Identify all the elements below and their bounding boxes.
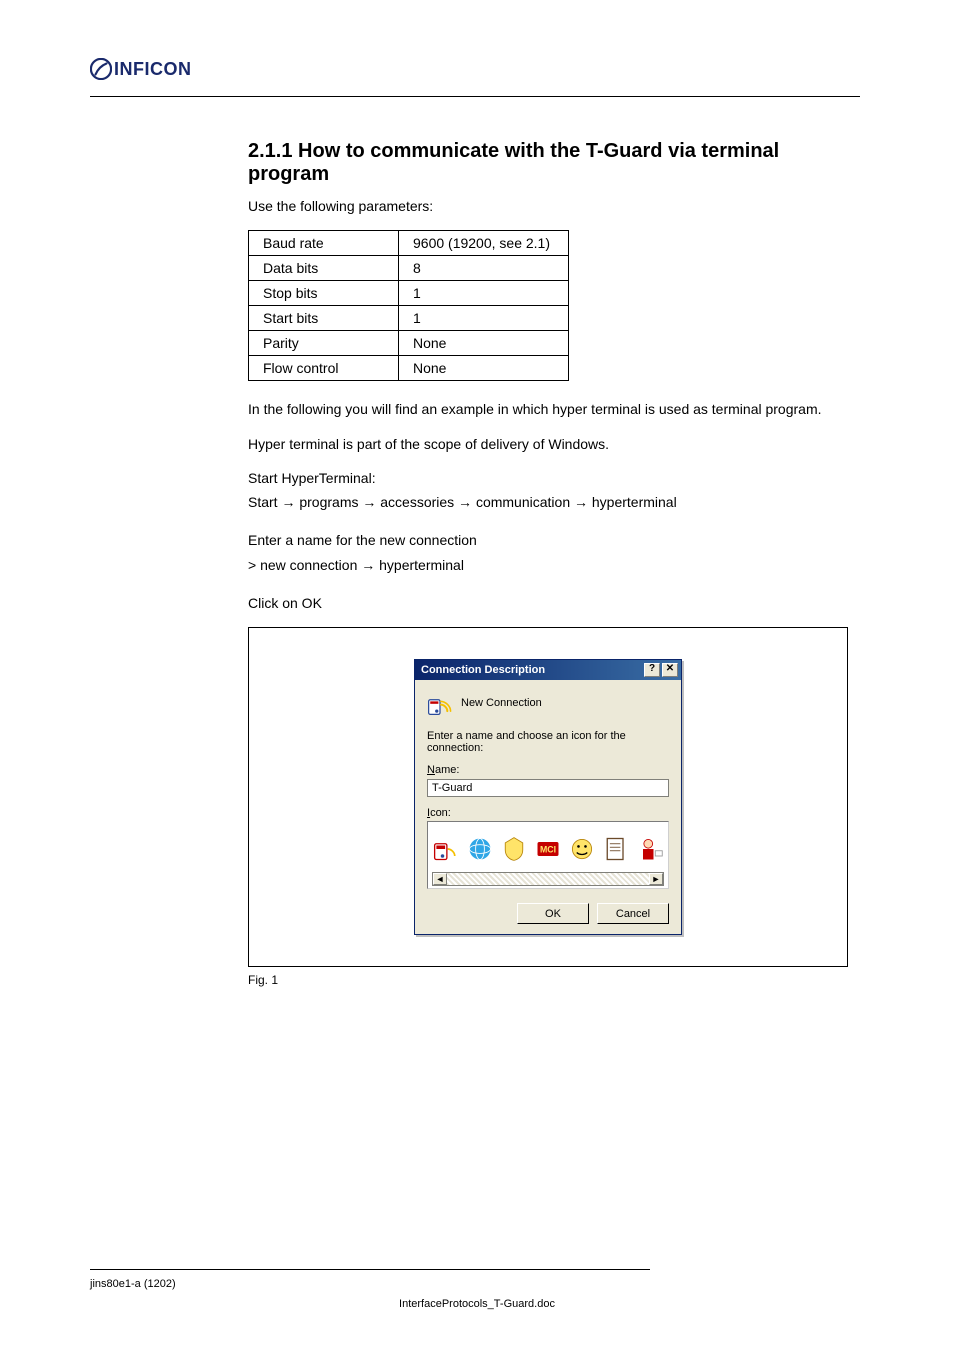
cell-name: Stop bits xyxy=(249,281,399,306)
cell-value: None xyxy=(399,331,569,356)
example-note: Hyper terminal is part of the scope of d… xyxy=(248,434,858,454)
dialog-prompt: Enter a name and choose an icon for the … xyxy=(427,730,669,754)
connection-dialog: Connection Description ? ✕ xyxy=(414,659,682,935)
icon-scrollbar[interactable]: ◄ ► xyxy=(432,872,664,886)
icon-option-2[interactable] xyxy=(466,832,494,866)
cell-value: 1 xyxy=(399,306,569,331)
step-enter-name: Enter a name for the new connection xyxy=(248,530,858,550)
cell-value: 8 xyxy=(399,256,569,281)
name-input[interactable] xyxy=(427,779,669,797)
table-row: ParityNone xyxy=(249,331,569,356)
brand-text: INFICON xyxy=(114,59,192,80)
path-line-1: Start → programs → accessories → communi… xyxy=(248,492,858,512)
brand-logo: INFICON xyxy=(90,58,192,80)
section-number: 2.1.1 xyxy=(248,140,292,162)
table-row: Stop bits1 xyxy=(249,281,569,306)
scroll-left-button[interactable]: ◄ xyxy=(433,873,447,885)
spec-table: Baud rate9600 (19200, see 2.1) Data bits… xyxy=(248,230,569,381)
icon-option-6[interactable] xyxy=(602,832,630,866)
icon-option-3[interactable] xyxy=(500,832,528,866)
name-field-label: Name: xyxy=(427,764,669,776)
path-line-2: > new connection → hyperterminal xyxy=(248,555,858,575)
dialog-close-button[interactable]: ✕ xyxy=(662,663,678,677)
footer-left-text: jins80e1-a (1202) xyxy=(90,1278,176,1290)
section-title: How to communicate with the T-Guard via … xyxy=(248,140,779,185)
icon-option-4[interactable]: MCI xyxy=(534,832,562,866)
brand-mark-icon xyxy=(90,58,112,80)
cell-name: Flow control xyxy=(249,356,399,381)
ok-button[interactable]: OK xyxy=(517,903,589,924)
cell-name: Baud rate xyxy=(249,231,399,256)
scroll-track[interactable] xyxy=(447,873,649,885)
example-intro: In the following you will find an exampl… xyxy=(248,399,858,419)
cell-value: None xyxy=(399,356,569,381)
svg-text:MCI: MCI xyxy=(540,845,556,855)
step-start-ht: Start HyperTerminal: xyxy=(248,468,858,488)
cell-name: Data bits xyxy=(249,256,399,281)
cell-value: 9600 (19200, see 2.1) xyxy=(399,231,569,256)
cell-value: 1 xyxy=(399,281,569,306)
footer-center-text: InterfaceProtocols_T-Guard.doc xyxy=(0,1298,954,1310)
icon-option-1[interactable] xyxy=(432,832,460,866)
figure-frame: Connection Description ? ✕ xyxy=(248,627,848,967)
icon-option-7[interactable] xyxy=(636,832,664,866)
table-row: Data bits8 xyxy=(249,256,569,281)
cell-name: Parity xyxy=(249,331,399,356)
dialog-help-button[interactable]: ? xyxy=(644,663,660,677)
table-row: Flow controlNone xyxy=(249,356,569,381)
figure-caption: Fig. 1 xyxy=(248,973,858,987)
cell-name: Start bits xyxy=(249,306,399,331)
intro-text: Use the following parameters: xyxy=(248,196,858,216)
icon-picker[interactable]: MCI ◄ ► xyxy=(427,821,669,889)
cancel-button[interactable]: Cancel xyxy=(597,903,669,924)
dialog-title-text: Connection Description xyxy=(421,664,545,676)
dialog-subtitle: New Connection xyxy=(461,697,542,709)
icon-field-label: Icon: xyxy=(427,807,669,819)
icon-option-5[interactable] xyxy=(568,832,596,866)
header-rule xyxy=(90,96,860,97)
table-row: Start bits1 xyxy=(249,306,569,331)
table-row: Baud rate9600 (19200, see 2.1) xyxy=(249,231,569,256)
scroll-right-button[interactable]: ► xyxy=(649,873,663,885)
dialog-titlebar: Connection Description ? ✕ xyxy=(415,660,681,680)
step-click-ok: Click on OK xyxy=(248,593,858,613)
connection-icon xyxy=(427,690,453,716)
footer-rule xyxy=(90,1269,650,1270)
